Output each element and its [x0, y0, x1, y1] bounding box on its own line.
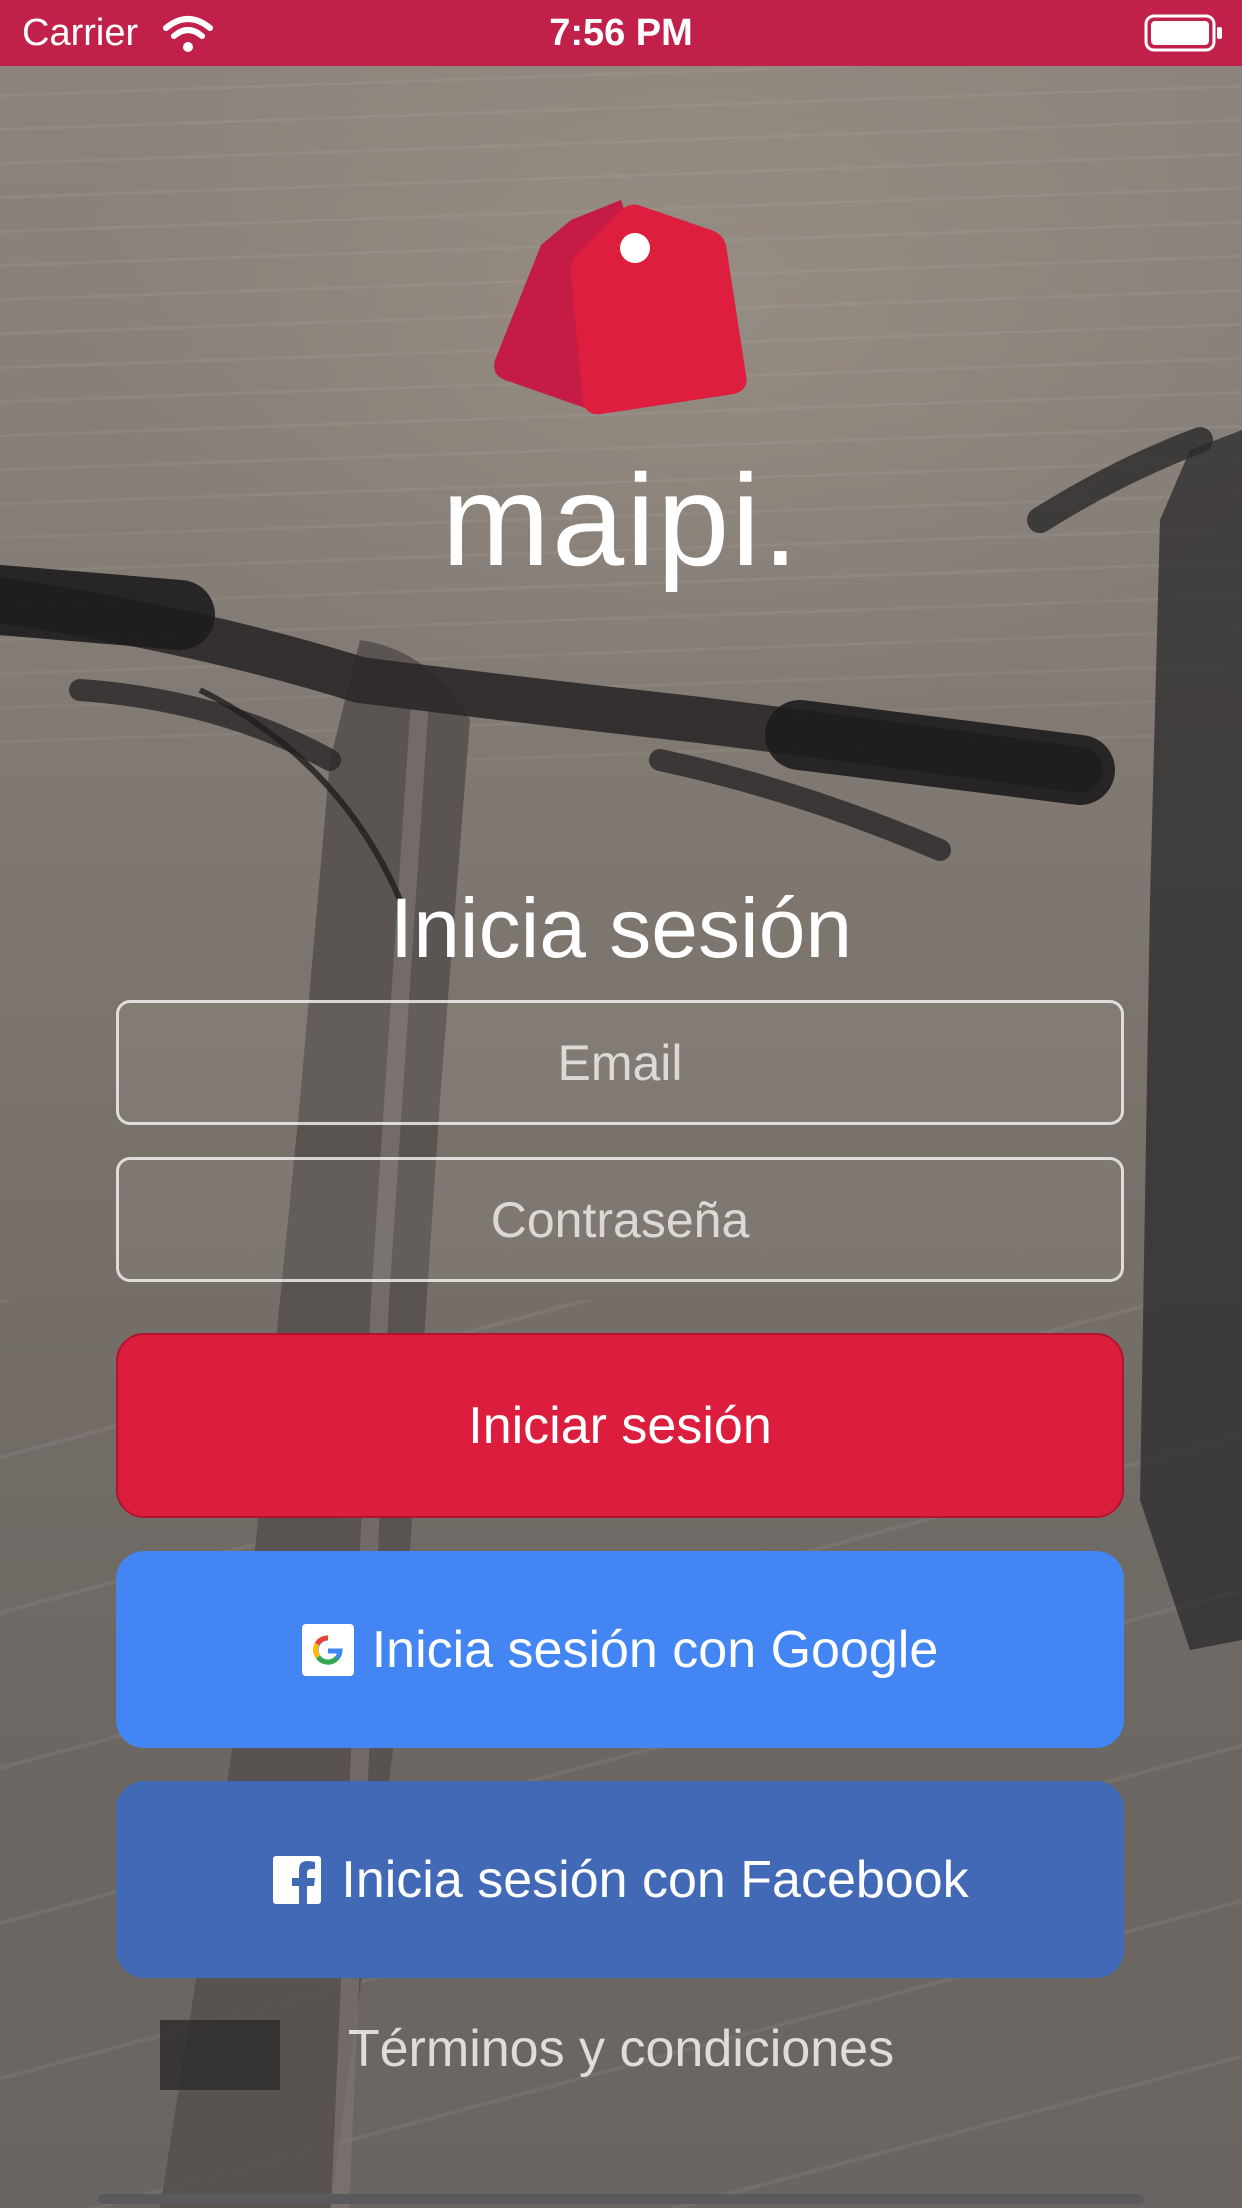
status-time: 7:56 PM: [549, 12, 693, 54]
email-input[interactable]: [119, 1002, 1121, 1123]
brand-name: maipi.: [441, 447, 801, 593]
password-field[interactable]: [116, 1157, 1124, 1282]
email-field[interactable]: [116, 1000, 1124, 1125]
login-button-label: Iniciar sesión: [468, 1396, 772, 1455]
password-input[interactable]: [119, 1159, 1121, 1280]
home-indicator: [98, 2194, 1144, 2204]
page-title: Inicia sesión: [389, 881, 853, 975]
price-tags-icon: [494, 200, 747, 415]
terms-link[interactable]: Términos y condiciones: [0, 2016, 1242, 2082]
status-bar: Carrier 7:56 PM: [0, 0, 1242, 66]
login-button[interactable]: Iniciar sesión: [116, 1333, 1124, 1518]
facebook-login-button[interactable]: Inicia sesión con Facebook: [116, 1781, 1124, 1978]
battery-icon: [1144, 14, 1222, 52]
facebook-icon: [273, 1855, 322, 1906]
facebook-login-label: Inicia sesión con Facebook: [341, 1850, 969, 1909]
google-login-button[interactable]: Inicia sesión con Google: [116, 1551, 1124, 1748]
google-login-label: Inicia sesión con Google: [371, 1620, 939, 1679]
google-icon: [301, 1623, 354, 1676]
